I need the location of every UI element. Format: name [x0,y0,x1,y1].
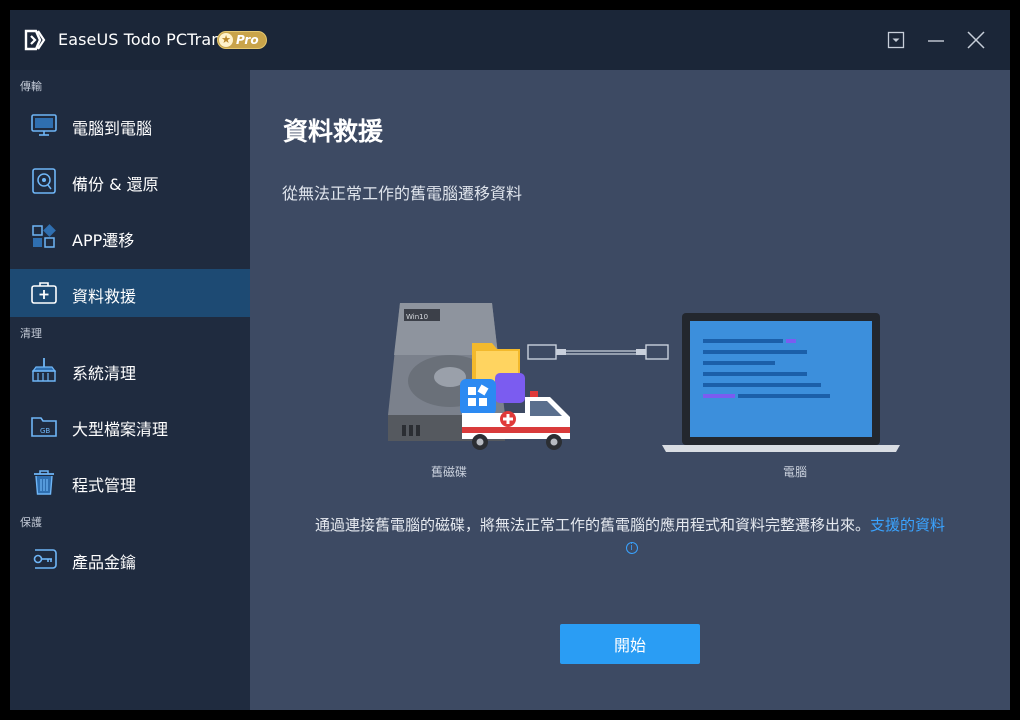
description-text: 通過連接舊電腦的磁碟，將無法正常工作的舊電腦的應用程式和資料完整遷移出來。 [314,516,870,534]
menu-dropdown-button[interactable] [884,28,908,52]
sidebar-item-label: 系統清理 [72,364,137,383]
title-bar: EaseUS Todo PCTrans ★ Pro [10,10,1010,70]
sidebar-item-label: 資料救援 [72,287,137,306]
supported-data-link[interactable]: 支援的資料 [870,516,945,534]
app-window: EaseUS Todo PCTrans ★ Pro 傳輸 電腦到電腦 備份 & … [10,10,1010,710]
monitor-icon [31,114,57,136]
data-rescue-illustration: Win10 [388,303,900,452]
trash-can-icon [34,470,54,495]
app-title: EaseUS Todo PCTrans [58,30,230,49]
sidebar-item-pc-to-pc[interactable]: 電腦到電腦 [10,101,250,149]
sidebar-item-program-management[interactable]: 程式管理 [10,458,250,506]
sidebar-item-app-migration[interactable]: APP遷移 [10,213,250,261]
sidebar-item-backup-restore[interactable]: 備份 & 還原 [10,157,250,205]
sidebar-item-label: APP遷移 [72,231,135,250]
section-label-transfer: 傳輸 [20,80,42,93]
pro-badge-label: Pro [236,33,259,47]
close-button[interactable] [964,28,988,52]
easeus-logo-icon [24,29,46,51]
section-label-protection: 保護 [20,516,42,529]
gb-folder-icon: GB [31,417,57,437]
laptop-icon [662,313,900,452]
broom-icon [31,358,57,382]
sidebar-item-label: 程式管理 [72,476,137,495]
star-icon: ★ [219,33,233,47]
caption-old-disk: 舊磁碟 [431,465,468,479]
info-icon[interactable]: i [625,542,638,554]
key-icon [33,549,57,569]
dropdown-box-icon [887,31,905,49]
sidebar-item-label: 備份 & 還原 [72,175,159,194]
pro-badge: ★ Pro [217,31,267,49]
backup-disk-icon [32,168,56,194]
first-aid-kit-icon [31,282,57,304]
sidebar-item-label: 電腦到電腦 [72,119,153,138]
sidebar: 傳輸 電腦到電腦 備份 & 還原 APP遷移 資料救援 清理 系統清理 GB 大… [10,70,250,710]
disk-label: Win10 [406,313,428,321]
sidebar-item-product-key[interactable]: 產品金鑰 [10,535,250,583]
sidebar-item-label: 大型檔案清理 [72,420,169,439]
sidebar-item-system-cleanup[interactable]: 系統清理 [10,346,250,394]
section-label-cleanup: 清理 [20,327,42,340]
sidebar-item-large-file-cleanup[interactable]: GB 大型檔案清理 [10,402,250,450]
svg-text:GB: GB [40,427,50,435]
main-content: 資料救援 從無法正常工作的舊電腦遷移資料 Win10 舊磁碟 電腦 通過連接舊電… [250,70,1010,710]
apps-grid-icon [32,224,56,248]
description: 通過連接舊電腦的磁碟，將無法正常工作的舊電腦的應用程式和資料完整遷移出來。支援的… [310,515,950,557]
minimize-icon [928,40,944,42]
page-subtitle: 從無法正常工作的舊電腦遷移資料 [282,184,523,203]
close-icon [967,31,985,49]
sidebar-item-data-rescue[interactable]: 資料救援 [10,269,250,317]
caption-computer: 電腦 [783,465,808,479]
sidebar-item-label: 產品金鑰 [72,553,137,572]
minimize-button[interactable] [924,28,948,52]
start-button[interactable]: 開始 [560,624,700,664]
usb-cable-icon [527,344,669,360]
page-title: 資料救援 [283,117,384,146]
